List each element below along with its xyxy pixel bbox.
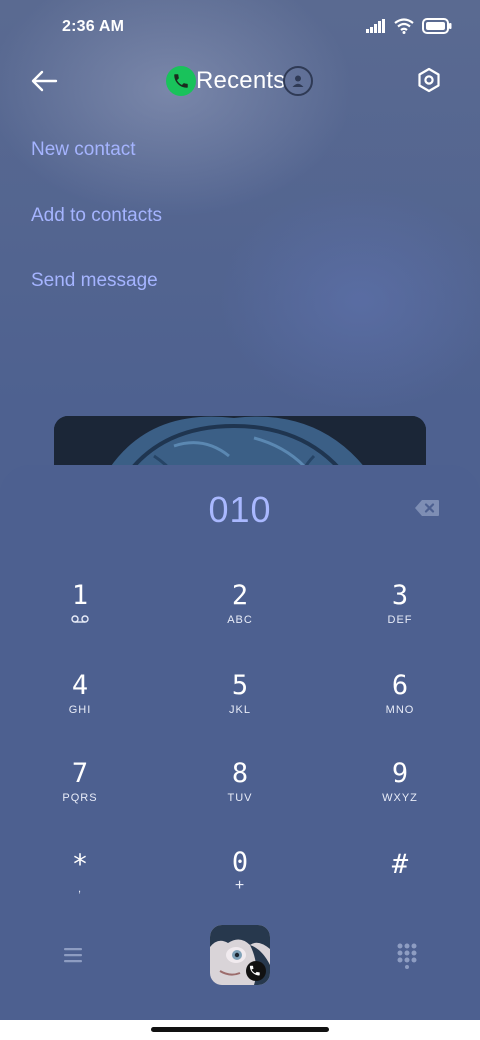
key-3[interactable]: 3 DEF: [340, 581, 460, 651]
back-button[interactable]: [28, 66, 62, 96]
add-to-contacts-link[interactable]: Add to contacts: [31, 205, 162, 227]
key-2[interactable]: 2 ABC: [180, 581, 300, 651]
key-letters: ABC: [227, 614, 253, 626]
key-digit: 0: [231, 847, 249, 878]
key-8[interactable]: 8 TUV: [180, 759, 300, 829]
key-hash[interactable]: #: [340, 850, 460, 920]
key-letters: +: [234, 877, 246, 894]
key-letters: MNO: [385, 704, 415, 716]
key-digit: 3: [391, 580, 409, 611]
key-star[interactable]: * ,: [20, 850, 140, 920]
header-center: Recents: [166, 65, 314, 97]
home-indicator[interactable]: [151, 1027, 329, 1032]
key-letters: WXYZ: [382, 792, 418, 804]
key-digit: 9: [391, 758, 409, 789]
key-9[interactable]: 9 WXYZ: [340, 759, 460, 829]
backspace-icon: [415, 500, 439, 516]
key-letters: ,: [77, 883, 83, 895]
phone-tab[interactable]: [166, 66, 196, 96]
key-letters: DEF: [387, 614, 413, 626]
backspace-button[interactable]: [414, 499, 440, 517]
key-digit: 6: [391, 670, 409, 701]
key-letters: JKL: [229, 704, 251, 716]
call-avatar-icon: [210, 925, 270, 985]
voicemail-icon: [20, 613, 140, 627]
key-0[interactable]: 0 +: [180, 848, 300, 918]
dialer-bottom-bar: [0, 925, 480, 985]
key-4[interactable]: 4 GHI: [20, 671, 140, 741]
menu-button[interactable]: [62, 945, 84, 965]
dialpad-toggle-button[interactable]: [396, 943, 418, 969]
key-1[interactable]: 1: [20, 581, 140, 651]
dialpad-icon: [397, 943, 417, 969]
key-letters: TUV: [227, 792, 253, 804]
key-7[interactable]: 7 PQRS: [20, 759, 140, 829]
wifi-icon: [394, 18, 414, 34]
dialpad-panel: 010 1 2 ABC 3 DEF 4 GHI 5 JKL 6 MNO 7 PQ…: [0, 465, 480, 1020]
hamburger-icon: [64, 948, 82, 963]
call-button[interactable]: [210, 925, 270, 985]
status-time: 2:36 AM: [62, 18, 125, 35]
status-icons: [366, 18, 452, 34]
new-contact-link[interactable]: New contact: [31, 139, 136, 161]
key-digit: 7: [71, 758, 89, 789]
send-message-link[interactable]: Send message: [31, 270, 158, 292]
key-letters: GHI: [68, 704, 92, 716]
dialed-number: 010: [208, 489, 272, 530]
key-digit: *: [71, 849, 89, 880]
key-digit: 4: [71, 670, 89, 701]
contacts-tab[interactable]: [283, 66, 314, 96]
key-digit: 2: [231, 580, 249, 611]
key-5[interactable]: 5 JKL: [180, 671, 300, 741]
dialer-screen: 2:36 AM Recents New contact Add to conta…: [0, 0, 480, 1020]
person-icon: [292, 75, 304, 87]
key-digit: 5: [231, 670, 249, 701]
arrow-left-icon: [31, 70, 58, 92]
status-bar: 2:36 AM: [0, 0, 480, 56]
signal-icon: [366, 19, 385, 33]
battery-icon: [422, 18, 452, 34]
hexagon-settings-icon: [418, 67, 440, 93]
phone-icon: [174, 74, 188, 88]
key-digit: 8: [231, 758, 249, 789]
key-digit: #: [391, 849, 409, 880]
key-letters: PQRS: [62, 792, 98, 804]
key-6[interactable]: 6 MNO: [340, 671, 460, 741]
key-digit: 1: [71, 580, 89, 611]
settings-button[interactable]: [416, 67, 442, 93]
page-title: Recents: [196, 67, 286, 94]
header: Recents: [0, 56, 480, 106]
